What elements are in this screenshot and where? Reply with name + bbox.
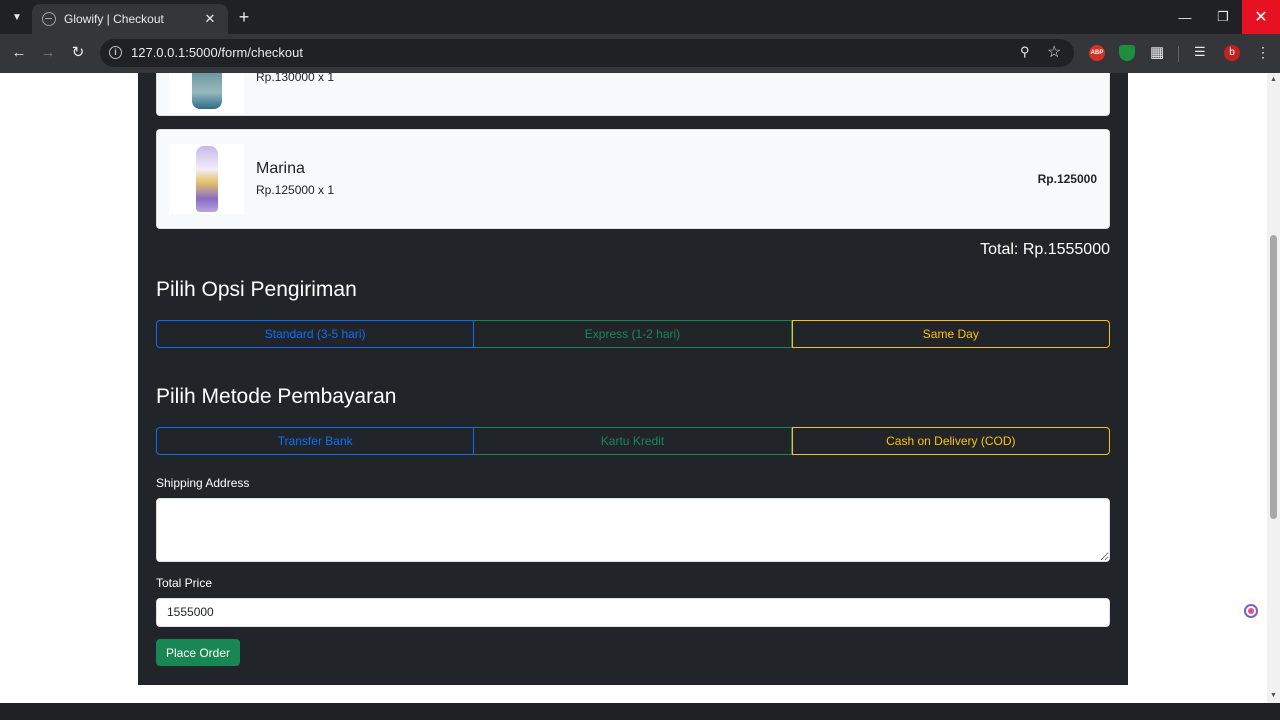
reload-icon[interactable]: ↻ <box>67 42 89 64</box>
cart-total: Total: Rp.1555000 <box>980 241 1110 258</box>
total-price-label: Total Price <box>156 576 213 590</box>
scroll-up-icon[interactable]: ▲ <box>1270 76 1277 83</box>
shield-extension-icon[interactable] <box>1119 45 1135 61</box>
bookmark-star-icon[interactable]: ☆ <box>1047 42 1061 62</box>
shipping-title: Pilih Opsi Pengiriman <box>156 278 357 301</box>
forward-icon[interactable]: → <box>37 42 59 64</box>
adblock-extension-icon[interactable]: ABP <box>1089 45 1105 61</box>
item-subtotal: Rp.125000 <box>1037 172 1097 186</box>
extensions-puzzle-icon[interactable]: ▦ <box>1150 43 1166 61</box>
zoom-icon[interactable]: ⚲ <box>1020 44 1030 60</box>
minimize-icon[interactable]: — <box>1166 0 1204 34</box>
shipping-standard-button[interactable]: Standard (3-5 hari) <box>156 320 475 348</box>
maximize-icon[interactable]: ❐ <box>1204 0 1242 34</box>
item-price-qty: Rp.125000 x 1 <box>256 183 335 197</box>
payment-cod-button[interactable]: Cash on Delivery (COD) <box>791 427 1110 455</box>
globe-icon <box>42 12 56 26</box>
scrollbar-thumb[interactable] <box>1270 235 1277 519</box>
item-name: Marina <box>256 160 305 177</box>
back-icon[interactable]: ← <box>8 42 30 64</box>
new-tab-icon[interactable]: + <box>234 7 254 27</box>
payment-options: Transfer Bank Kartu Kredit Cash on Deliv… <box>156 427 1110 455</box>
browser-toolbar: ← → ↻ i 127.0.0.1:5000/form/checkout ⚲ ☆… <box>0 34 1280 73</box>
cart-item: Rp.130000 x 1 <box>156 73 1110 116</box>
item-price-qty: Rp.130000 x 1 <box>256 73 335 84</box>
toolbar-divider <box>1178 46 1179 62</box>
shipping-same-day-button[interactable]: Same Day <box>791 320 1110 348</box>
shipping-address-label: Shipping Address <box>156 476 250 490</box>
address-bar[interactable]: i 127.0.0.1:5000/form/checkout ⚲ ☆ <box>100 39 1074 67</box>
shipping-express-button[interactable]: Express (1-2 hari) <box>474 320 792 348</box>
page-viewport: Rp.130000 x 1 Marina Rp.125000 x 1 Rp.12… <box>0 73 1267 703</box>
page-scrollbar[interactable]: ▲ ▼ <box>1267 73 1280 703</box>
close-tab-icon[interactable]: ✕ <box>202 11 218 27</box>
product-image <box>169 144 244 214</box>
scroll-down-icon[interactable]: ▼ <box>1270 692 1277 699</box>
shipping-options: Standard (3-5 hari) Express (1-2 hari) S… <box>156 320 1110 348</box>
tab-title: Glowify | Checkout <box>64 12 164 26</box>
more-menu-icon[interactable]: ⋮ <box>1256 44 1270 61</box>
media-controls-icon[interactable]: ☰ <box>1194 44 1210 60</box>
tab-search-icon[interactable]: ▼ <box>6 7 28 27</box>
total-price-field[interactable]: 1555000 <box>156 598 1110 627</box>
site-info-icon[interactable]: i <box>109 46 122 59</box>
product-image <box>169 73 244 113</box>
checkout-container: Rp.130000 x 1 Marina Rp.125000 x 1 Rp.12… <box>138 73 1128 685</box>
payment-title: Pilih Metode Pembayaran <box>156 385 397 408</box>
cart-item: Marina Rp.125000 x 1 Rp.125000 <box>156 129 1110 229</box>
assistant-icon[interactable] <box>1244 604 1258 618</box>
status-bar <box>0 703 1280 720</box>
tab-strip: ▼ Glowify | Checkout ✕ + — ❐ ✕ <box>0 0 1280 34</box>
profile-avatar[interactable]: b <box>1224 45 1240 61</box>
url-text[interactable]: 127.0.0.1:5000/form/checkout <box>131 45 303 60</box>
window-close-icon[interactable]: ✕ <box>1242 0 1280 34</box>
shipping-address-field[interactable] <box>156 498 1110 562</box>
payment-credit-card-button[interactable]: Kartu Kredit <box>474 427 792 455</box>
browser-tab[interactable]: Glowify | Checkout ✕ <box>32 4 228 34</box>
payment-bank-transfer-button[interactable]: Transfer Bank <box>156 427 475 455</box>
place-order-button[interactable]: Place Order <box>156 639 241 666</box>
